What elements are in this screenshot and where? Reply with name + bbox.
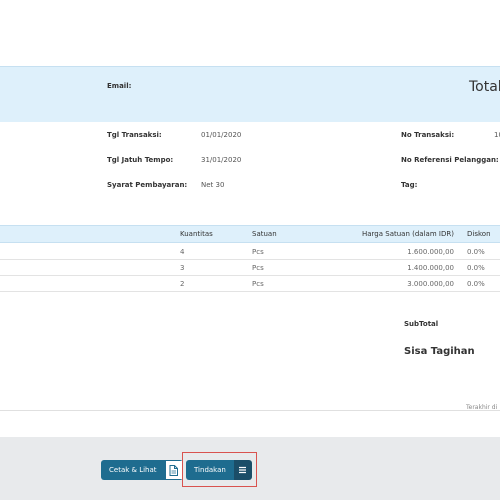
highlight-box bbox=[182, 452, 257, 487]
tgl-jatuh-tempo-label: Tgl Jatuh Tempo: bbox=[107, 156, 174, 164]
row-1-satuan: Pcs bbox=[252, 248, 264, 256]
row-2-kuantitas: 3 bbox=[180, 264, 185, 272]
syarat-pembayaran-label: Syarat Pembayaran: bbox=[107, 181, 188, 189]
column-header-harga-satuan: Harga Satuan (dalam IDR) bbox=[362, 230, 454, 238]
invoice-header-band bbox=[0, 66, 500, 122]
syarat-pembayaran-value: Net 30 bbox=[201, 181, 225, 189]
no-transaksi-label: No Transaksi: bbox=[401, 131, 455, 139]
tag-label: Tag: bbox=[401, 181, 418, 189]
row-3-diskon: 0.0% bbox=[467, 280, 485, 288]
tgl-jatuh-tempo-value: 31/01/2020 bbox=[201, 156, 242, 164]
tgl-transaksi-label: Tgl Transaksi: bbox=[107, 131, 162, 139]
no-referensi-label: No Referensi Pelanggan: bbox=[401, 156, 499, 164]
column-header-kuantitas: Kuantitas bbox=[180, 230, 213, 238]
document-icon[interactable] bbox=[164, 460, 183, 480]
row-2-satuan: Pcs bbox=[252, 264, 264, 272]
no-transaksi-value[interactable]: 10 bbox=[494, 131, 500, 139]
total-label: Total bbox=[469, 79, 500, 95]
sisa-tagihan-label: Sisa Tagihan bbox=[404, 346, 475, 357]
print-view-button-group: Cetak & Lihat bbox=[101, 460, 183, 480]
row-divider bbox=[0, 275, 500, 276]
subtotal-label: SubTotal bbox=[404, 320, 439, 328]
row-3-kuantitas: 2 bbox=[180, 280, 185, 288]
row-3-satuan: Pcs bbox=[252, 280, 264, 288]
row-1-kuantitas: 4 bbox=[180, 248, 185, 256]
row-divider bbox=[0, 259, 500, 260]
row-1-diskon: 0.0% bbox=[467, 248, 485, 256]
row-2-diskon: 0.0% bbox=[467, 264, 485, 272]
row-2-harga: 1.400.000,00 bbox=[407, 264, 454, 272]
column-header-satuan: Satuan bbox=[252, 230, 277, 238]
row-divider bbox=[0, 291, 500, 292]
email-label: Email: bbox=[107, 82, 132, 90]
content-bottom-divider bbox=[0, 410, 500, 411]
row-1-harga: 1.600.000,00 bbox=[407, 248, 454, 256]
column-header-diskon: Diskon bbox=[467, 230, 491, 238]
row-3-harga: 3.000.000,00 bbox=[407, 280, 454, 288]
print-view-button[interactable]: Cetak & Lihat bbox=[101, 460, 165, 480]
tgl-transaksi-value: 01/01/2020 bbox=[201, 131, 242, 139]
